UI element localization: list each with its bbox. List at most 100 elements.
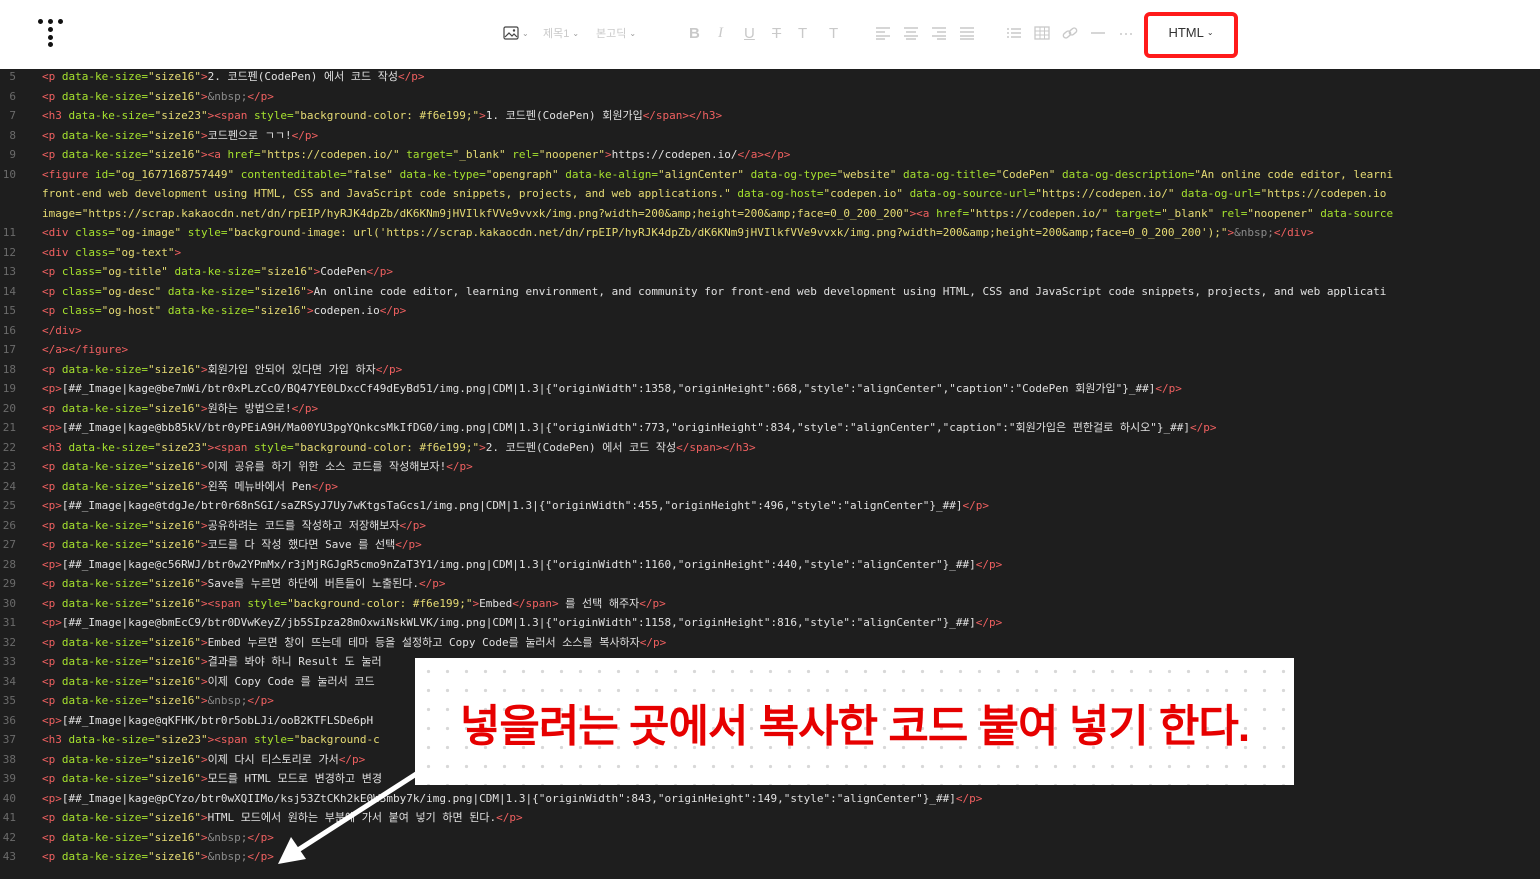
bold-button[interactable]: B [689,24,700,42]
code-text: <p>[##_Image|kage@be7mWi/btr0xPLzCcO/BQ4… [42,379,1182,399]
code-token: "background-color: #f6e199;" [293,109,480,122]
more-button[interactable] [1118,24,1134,42]
code-token: <figure [42,167,95,181]
line-number: 11 [2,226,16,239]
code-token: ><a [200,148,228,161]
code-token: <p [42,284,62,298]
code-text: <p data-ke-size="size16">공유하려는 코드를 작성하고 … [42,516,426,536]
code-token: </p> [399,518,427,532]
line-number: 21 [2,421,16,434]
code-token: [##_Image|kage@qKFHK/btr0r5obLJi/ooB2KTF… [61,713,374,727]
align-left-button[interactable] [875,24,891,42]
code-text: <h3 data-ke-size="size23"><span style="b… [42,106,722,126]
code-text: <p>[##_Image|kage@bb85kV/btr0yPEiA9H/Ma0… [42,418,1216,438]
code-token: data-ke-size= [61,128,148,142]
code-token: data-ke-size= [61,362,148,376]
line-number: 40 [2,791,16,805]
code-token: data-ke-size= [61,830,148,844]
code-token: "size16" [147,577,201,590]
code-token: <p> [42,499,62,512]
code-text: <p data-ke-size="size16">회원가입 안되어 있다면 가입… [42,360,402,380]
text-color-button[interactable]: T [798,24,807,42]
code-token: > [200,128,208,142]
strikethrough-button[interactable]: T [772,24,781,42]
line-number: 37 [2,733,16,746]
code-token: <p [42,538,62,551]
code-token: </span> [512,596,559,610]
code-token: "size16" [260,265,314,278]
line-number: 27 [2,538,16,551]
code-token: </p> [247,694,274,707]
code-token: data-og-url= [1181,187,1261,200]
list-button[interactable] [1006,24,1022,42]
code-token: style= [253,440,294,454]
code-token: "size16" [147,148,201,161]
line-number: 16 [2,323,16,337]
code-token: "size16" [147,538,201,551]
code-text: <p data-ke-size="size16">&nbsp;</p> [42,847,274,867]
code-text: <p class="og-title" data-ke-size="size16… [42,262,393,282]
italic-button[interactable]: I [718,24,723,42]
code-text: <p>[##_Image|kage@bmEcC9/btr0DVwKeyZ/jb5… [42,613,1002,633]
code-token: 2. 코드펜(CodePen) 에서 코드 작성 [485,440,677,454]
code-text: <p data-ke-size="size16">이제 공유를 하기 위한 소스… [42,457,473,477]
code-token: data-ke-size= [61,772,148,785]
code-text: <p data-ke-size="size16">코드를 다 작성 했다면 Sa… [42,535,422,555]
code-token: 공유하려는 코드를 작성하고 저장해보자 [207,518,400,532]
code-token: "size23" [154,733,208,746]
code-token: class= [61,284,102,298]
align-justify-button[interactable] [959,24,975,42]
code-token: front-end web development using HTML, CS… [42,187,738,200]
chevron-down-icon: ⌄ [1206,28,1214,37]
align-center-button[interactable] [903,24,919,42]
line-number: 10 [2,167,16,181]
code-token: <p [42,304,62,317]
code-token: "https://codepen.io [1260,187,1387,200]
tistory-logo[interactable] [38,19,64,47]
code-token: [##_Image|kage@bmEcC9/btr0DVwKeyZ/jb5SIp… [61,616,976,629]
code-token: <p> [42,421,62,434]
code-text: image="https://scrap.kakaocdn.net/dn/rpE… [42,204,1393,224]
line-number: 19 [2,382,16,395]
background-color-button[interactable]: T [829,24,838,42]
code-token: &nbsp; [207,850,248,863]
code-token: </p> [496,811,523,824]
code-token: </p> [418,577,446,590]
image-insert-button[interactable]: ⌄ [503,24,529,42]
code-text: <div class="og-image" style="background-… [42,223,1314,243]
code-token: [##_Image|kage@bb85kV/btr0yPEiA9H/Ma00YU… [61,421,1190,434]
line-number: 42 [2,830,16,844]
code-token: data-og-description= [1061,167,1195,181]
code-token: ><span [207,733,254,746]
code-token: <h3 [42,109,69,122]
code-token: </p> [962,499,990,512]
code-token: > [306,284,314,298]
code-token: <p [42,694,62,707]
underline-button[interactable]: U [744,24,755,42]
code-token: class= [61,304,102,317]
code-token: "false" [346,167,400,181]
annotation-callout: 넣을려는 곳에서 복사한 코드 붙여 넣기 한다. [415,658,1294,785]
code-token: data-ke-align= [565,167,658,181]
code-token: data-ke-size= [61,538,148,551]
code-token: style= [187,226,228,239]
code-token: "https://codepen.io/" [260,148,407,161]
code-token: data-ke-size= [61,148,148,161]
align-right-button[interactable] [931,24,947,42]
horizontal-rule-button[interactable] [1090,24,1106,42]
table-button[interactable] [1034,24,1050,42]
code-token: <p [42,811,62,824]
heading-select[interactable]: 제목1 ⌄ [543,24,579,42]
code-token: codepen.io [313,304,380,317]
link-button[interactable] [1062,24,1078,42]
editor-mode-select[interactable]: HTML ⌄ [1144,12,1238,58]
code-token: [##_Image|kage@pCYzo/btr0wXQIIMo/ksj53Zt… [61,791,956,805]
font-select[interactable]: 본고딕 ⌄ [596,24,636,42]
line-number: 38 [2,752,16,766]
code-token: href= [936,206,970,220]
code-token: CodePen [320,265,367,278]
line-number: 36 [2,713,16,727]
code-token: "size16" [147,401,201,415]
code-token: 코드펜으로 ㄱㄱ! [207,128,292,142]
line-number: 31 [2,616,16,629]
